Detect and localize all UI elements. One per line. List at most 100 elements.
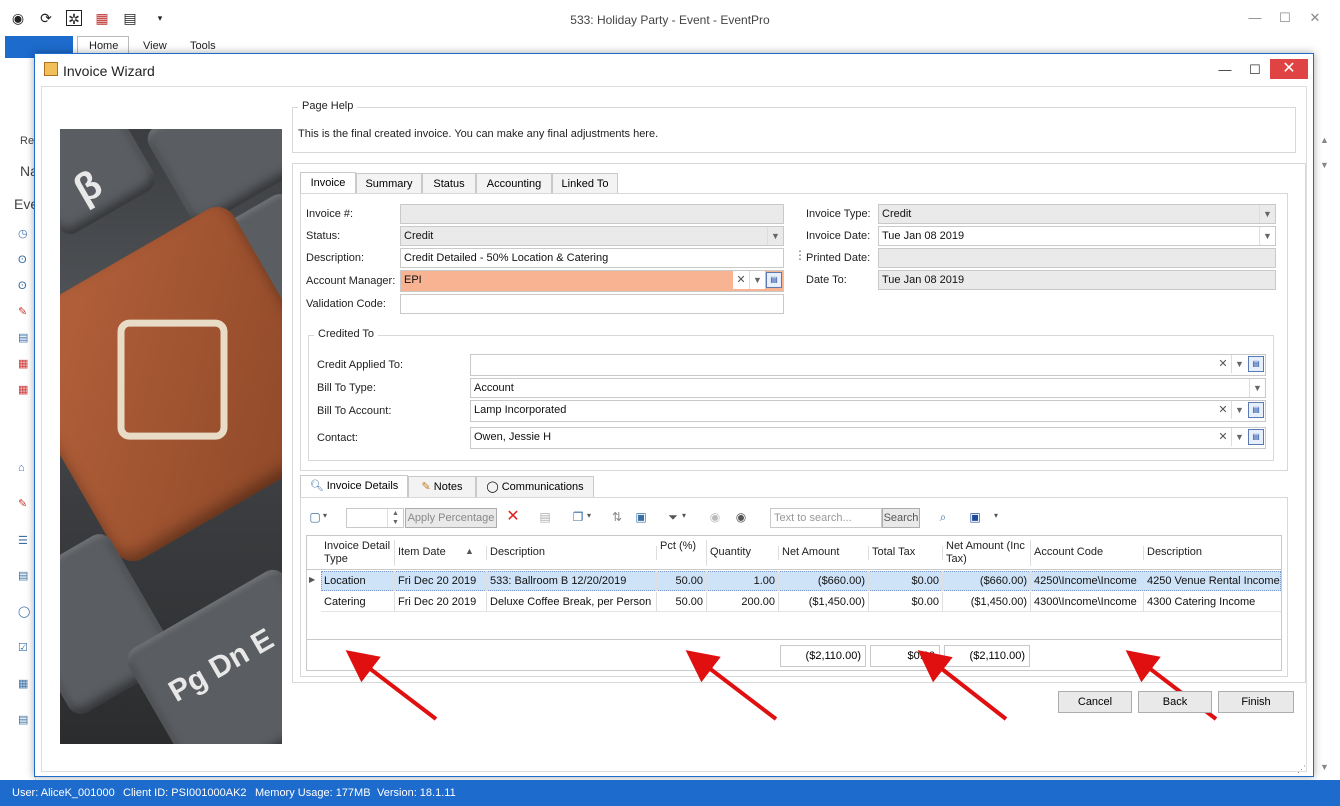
tab-invoice-details[interactable]: 🔍︎ Invoice Details [300, 475, 408, 497]
col-header-description[interactable]: Description [487, 546, 657, 560]
expand-down-icon[interactable]: ▼ [1320, 160, 1329, 170]
find-icon[interactable]: ⌕ [934, 508, 952, 526]
tab-linked-to[interactable]: Linked To [552, 173, 618, 194]
app-close-button[interactable]: ✕ [1305, 10, 1325, 26]
chevron-down-icon[interactable]: ▼ [1249, 379, 1265, 397]
account-manager-select[interactable]: EPI ✕ ▼ ▤ [400, 270, 784, 292]
dialog-close-button[interactable]: ✕ [1270, 59, 1308, 79]
cell-quantity[interactable]: 1.00 [707, 571, 779, 591]
chevron-down-icon[interactable]: ▾ [682, 511, 686, 520]
document-icon[interactable]: ▤ [18, 714, 32, 726]
date-to-field[interactable]: Tue Jan 08 2019 [878, 270, 1276, 290]
resize-grip-icon[interactable]: ⋰ [1297, 764, 1306, 775]
lookup-icon[interactable]: ▤ [1248, 429, 1264, 445]
filter-icon[interactable]: ⏷ [664, 508, 682, 526]
tab-communications[interactable]: ◯ Communications [476, 476, 594, 497]
credit-applied-select[interactable]: ✕ ▼ ▤ [470, 354, 1266, 376]
calendar-icon[interactable]: ▦ [18, 358, 32, 370]
dialog-minimize-button[interactable]: — [1215, 62, 1235, 78]
app-maximize-button[interactable]: ☐ [1275, 10, 1295, 26]
app-minimize-button[interactable]: — [1245, 10, 1265, 26]
calendar-icon[interactable]: ▦ [18, 384, 32, 396]
col-header-quantity[interactable]: Quantity [707, 546, 779, 560]
tab-notes[interactable]: ✎ Notes [408, 476, 476, 497]
splitter-dots-icon[interactable]: ⋮ [794, 248, 806, 262]
lookup-icon[interactable]: ▤ [766, 272, 782, 288]
pin-icon[interactable]: ✎ [18, 498, 32, 510]
col-header-account-code[interactable]: Account Code [1031, 546, 1144, 560]
chevron-down-icon[interactable]: ▾ [994, 511, 998, 520]
help-circle-icon[interactable]: ◉ [706, 508, 724, 526]
col-header-account-description[interactable]: Description [1144, 546, 1280, 560]
clock-icon[interactable]: ◷ [18, 228, 32, 240]
cell-net-amount[interactable]: ($660.00) [779, 571, 869, 591]
finish-button[interactable]: Finish [1218, 691, 1294, 713]
cancel-button[interactable]: Cancel [1058, 691, 1132, 713]
home-icon[interactable]: ⌂ [18, 462, 32, 474]
col-header-detail-type[interactable]: Invoice Detail Type [321, 540, 395, 566]
chevron-down-icon[interactable]: ▼ [749, 271, 765, 289]
dialog-maximize-button[interactable]: ☐ [1245, 62, 1265, 78]
invoice-date-picker[interactable]: Tue Jan 08 2019 ▼ [878, 226, 1276, 246]
invoice-number-field[interactable] [400, 204, 784, 224]
chevron-down-icon[interactable]: ▼ [1231, 428, 1247, 446]
bill-to-account-select[interactable]: Lamp Incorporated ✕ ▼ ▤ [470, 400, 1266, 422]
back-button[interactable]: Back [1138, 691, 1212, 713]
cell-description[interactable]: 533: Ballroom B 12/20/2019 [487, 571, 657, 591]
cell-item-date[interactable]: Fri Dec 20 2019 [395, 571, 487, 591]
chevron-down-icon[interactable]: ▼ [1259, 205, 1275, 223]
clear-icon[interactable]: ✕ [1215, 428, 1231, 446]
grid-search-input[interactable]: Text to search... [770, 508, 882, 528]
chevron-down-icon[interactable]: ▾ [323, 511, 327, 520]
new-item-icon[interactable]: ▢ [306, 508, 324, 526]
lookup-icon[interactable]: ▤ [1248, 356, 1264, 372]
chevron-down-icon[interactable]: ▼ [1259, 227, 1275, 245]
cell-account-description[interactable]: 4250 Venue Rental Income [1144, 571, 1280, 591]
ribbon-tab-view[interactable]: View [143, 40, 167, 52]
document-icon[interactable]: ▤ [18, 332, 32, 344]
pin-icon[interactable]: ✎ [18, 306, 32, 318]
col-header-net-inc-tax[interactable]: Net Amount (Inc Tax) [943, 540, 1031, 566]
cell-account-description[interactable]: 4300 Catering Income [1144, 592, 1280, 612]
validation-code-field[interactable] [400, 294, 784, 314]
document-icon[interactable]: ▤ [18, 570, 32, 582]
invoice-type-select[interactable]: Credit ▼ [878, 204, 1276, 224]
col-header-total-tax[interactable]: Total Tax [869, 546, 943, 560]
delete-icon[interactable]: ✕ [504, 508, 522, 526]
chevron-down-icon[interactable]: ▾ [587, 511, 591, 520]
info-icon[interactable]: ▣ [632, 508, 650, 526]
apply-percentage-button[interactable]: Apply Percentage [405, 508, 497, 528]
col-header-net-amount[interactable]: Net Amount [779, 546, 869, 560]
checklist-icon[interactable]: ☑ [18, 642, 32, 654]
contact-select[interactable]: Owen, Jessie H ✕ ▼ ▤ [470, 427, 1266, 449]
ribbon-tab-tools[interactable]: Tools [190, 40, 216, 52]
collapse-up-icon[interactable]: ▲ [1320, 135, 1329, 145]
col-header-pct[interactable]: Pct (%) [657, 540, 707, 566]
cell-total-tax[interactable]: $0.00 [869, 571, 943, 591]
binoculars-icon[interactable]: ʘ [18, 280, 32, 292]
bill-to-type-select[interactable]: Account ▼ [470, 378, 1266, 398]
chevron-down-icon[interactable]: ▼ [767, 227, 783, 245]
description-field[interactable]: Credit Detailed - 50% Location & Caterin… [400, 248, 784, 268]
chevron-down-icon[interactable]: ▼ [1231, 355, 1247, 373]
cell-detail-type[interactable]: Location [321, 571, 395, 591]
save-icon[interactable]: ▣ [966, 508, 984, 526]
chevron-down-icon[interactable]: ▼ [1231, 401, 1247, 419]
grid-search-button[interactable]: Search [882, 508, 920, 528]
clear-icon[interactable]: ✕ [1215, 401, 1231, 419]
copy-icon[interactable]: ❐ [569, 508, 587, 526]
list-icon[interactable]: ☰ [18, 535, 32, 547]
status-select[interactable]: Credit ▼ [400, 226, 784, 246]
tab-summary[interactable]: Summary [356, 173, 422, 194]
cell-pct[interactable]: 50.00 [657, 571, 707, 591]
cell-account-code[interactable]: 4250\Income\Income [1031, 571, 1144, 591]
tab-invoice[interactable]: Invoice [300, 172, 356, 194]
grid-icon[interactable]: ▦ [18, 678, 32, 690]
tab-status[interactable]: Status [422, 173, 476, 194]
chat-icon[interactable]: ◯ [18, 606, 32, 618]
binoculars-icon[interactable]: ʘ [18, 254, 32, 266]
clear-icon[interactable]: ✕ [1215, 355, 1231, 373]
move-icon[interactable]: ⇅ [608, 508, 626, 526]
scroll-down-icon[interactable]: ▼ [1320, 762, 1329, 772]
refresh-icon[interactable]: ◉ [732, 508, 750, 526]
